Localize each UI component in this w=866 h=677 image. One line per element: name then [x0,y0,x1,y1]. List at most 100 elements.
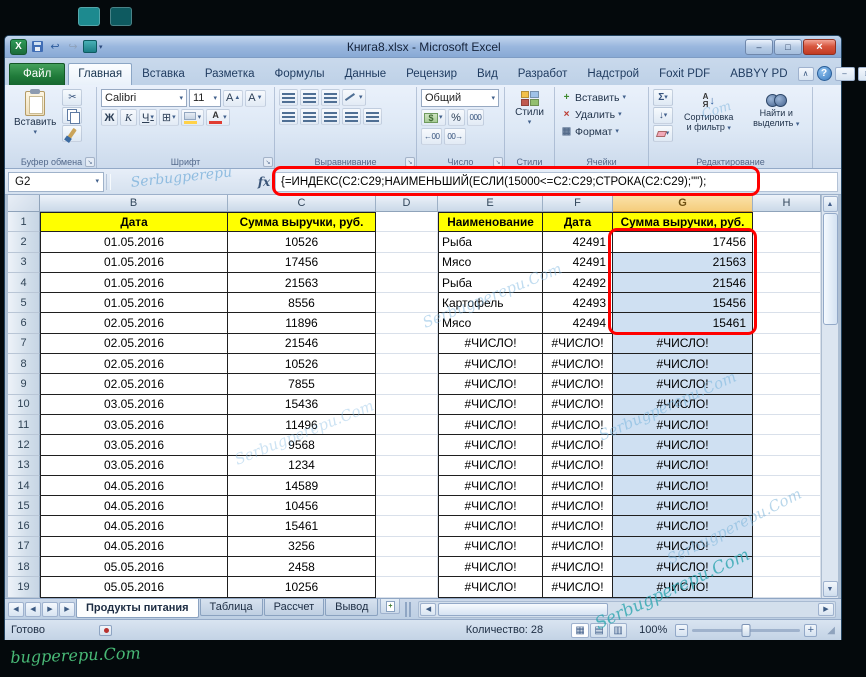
cell-B8[interactable]: 02.05.2016 [40,354,228,374]
cell-F6[interactable]: 42494 [543,313,613,333]
cell-C14[interactable]: 14589 [228,476,376,496]
fill-button[interactable]: ↓▾ [653,107,673,124]
ribbon-tab-Данные[interactable]: Данные [335,63,397,85]
cell-B3[interactable]: 01.05.2016 [40,253,228,273]
borders-button[interactable]: ⊞▾ [159,109,179,126]
cell-B19[interactable]: 05.05.2016 [40,577,228,597]
horizontal-scroll-thumb[interactable] [438,603,608,616]
macro-record-icon[interactable] [99,625,112,636]
column-header-G[interactable]: G [613,195,753,212]
column-header-H[interactable]: H [753,195,821,212]
cell-H3[interactable] [753,253,821,273]
row-header-6[interactable]: 6 [8,313,40,333]
ribbon-tab-Foxit PDF[interactable]: Foxit PDF [649,63,720,85]
cell-G12[interactable]: #ЧИСЛО! [613,435,753,455]
cell-C3[interactable]: 17456 [228,253,376,273]
cell-H17[interactable] [753,537,821,557]
cell-C16[interactable]: 15461 [228,516,376,536]
excel-app-icon[interactable]: X [10,39,27,55]
cell-B1[interactable]: Дата [40,212,228,232]
cell-C18[interactable]: 2458 [228,557,376,577]
wrap-text-button[interactable] [363,108,382,125]
cell-B13[interactable]: 03.05.2016 [40,456,228,476]
sheet-tab-Таблица[interactable]: Таблица [200,599,263,616]
ribbon-tab-Разметка[interactable]: Разметка [195,63,265,85]
cell-H5[interactable] [753,293,821,313]
cell-D17[interactable] [376,537,438,557]
cell-C1[interactable]: Сумма выручки, руб. [228,212,376,232]
cell-D14[interactable] [376,476,438,496]
row-header-1[interactable]: 1 [8,212,40,232]
comma-style-button[interactable]: 000 [467,109,485,126]
scroll-up-button[interactable]: ▲ [823,196,838,212]
cell-C10[interactable]: 15436 [228,395,376,415]
minimize-button[interactable]: – [745,39,773,55]
cell-B18[interactable]: 05.05.2016 [40,557,228,577]
cell-B7[interactable]: 02.05.2016 [40,334,228,354]
zoom-thumb[interactable] [742,624,751,637]
styles-button[interactable]: Стили ▾ [509,89,550,128]
cell-D12[interactable] [376,435,438,455]
cell-F16[interactable]: #ЧИСЛО! [543,516,613,536]
column-header-C[interactable]: C [228,195,376,212]
vertical-scroll-thumb[interactable] [823,213,838,325]
cell-C19[interactable]: 10256 [228,577,376,597]
cell-H1[interactable] [753,212,821,232]
row-header-15[interactable]: 15 [8,496,40,516]
cell-H9[interactable] [753,374,821,394]
italic-button[interactable]: К [120,109,137,126]
sheet-tab-Продукты питания[interactable]: Продукты питания [76,599,199,618]
cell-E7[interactable]: #ЧИСЛО! [438,334,543,354]
cell-E17[interactable]: #ЧИСЛО! [438,537,543,557]
cell-C11[interactable]: 11496 [228,415,376,435]
ribbon-tab-Главная[interactable]: Главная [68,63,132,85]
cell-F18[interactable]: #ЧИСЛО! [543,557,613,577]
row-header-13[interactable]: 13 [8,456,40,476]
cell-D1[interactable] [376,212,438,232]
bold-button[interactable]: Ж [101,109,118,126]
cell-F19[interactable]: #ЧИСЛО! [543,577,613,597]
underline-button[interactable]: Ч▾ [139,109,157,126]
cell-F1[interactable]: Дата [543,212,613,232]
prev-sheet-button[interactable]: ◀ [25,602,41,617]
find-select-button[interactable]: Найти ивыделить ▾ [745,89,809,155]
cell-E18[interactable]: #ЧИСЛО! [438,557,543,577]
clear-button[interactable]: ▾ [653,125,673,142]
close-button[interactable]: × [803,39,836,55]
page-layout-view-button[interactable]: ▤ [590,623,608,638]
copy-button[interactable] [62,107,82,124]
cell-G14[interactable]: #ЧИСЛО! [613,476,753,496]
cell-H13[interactable] [753,456,821,476]
font-color-button[interactable]: А ▾ [206,109,230,126]
format-painter-button[interactable] [62,125,82,142]
cell-F11[interactable]: #ЧИСЛО! [543,415,613,435]
dialog-launcher-icon[interactable]: ↘ [405,157,415,167]
orientation-button[interactable]: ▾ [342,89,366,106]
cell-D2[interactable] [376,232,438,252]
row-header-5[interactable]: 5 [8,293,40,313]
row-header-7[interactable]: 7 [8,334,40,354]
cell-G9[interactable]: #ЧИСЛО! [613,374,753,394]
cell-F4[interactable]: 42492 [543,273,613,293]
cell-G15[interactable]: #ЧИСЛО! [613,496,753,516]
cell-F12[interactable]: #ЧИСЛО! [543,435,613,455]
cell-B12[interactable]: 03.05.2016 [40,435,228,455]
cell-H14[interactable] [753,476,821,496]
cell-C6[interactable]: 11896 [228,313,376,333]
insert-cells-button[interactable]: + Вставить ▾ [559,89,644,106]
cell-G7[interactable]: #ЧИСЛО! [613,334,753,354]
ribbon-tab-Рецензир[interactable]: Рецензир [396,63,467,85]
cell-G11[interactable]: #ЧИСЛО! [613,415,753,435]
ribbon-tab-Вставка[interactable]: Вставка [132,63,195,85]
sheet-tab-Вывод[interactable]: Вывод [325,599,378,616]
align-bottom-button[interactable] [321,89,340,106]
cell-G6[interactable]: 15461 [613,313,753,333]
tab-scroll-splitter[interactable] [405,602,411,617]
delete-cells-button[interactable]: × Удалить ▾ [559,106,644,123]
cell-G19[interactable]: #ЧИСЛО! [613,577,753,597]
cell-F15[interactable]: #ЧИСЛО! [543,496,613,516]
cell-B16[interactable]: 04.05.2016 [40,516,228,536]
cell-D19[interactable] [376,577,438,597]
paste-button[interactable]: Вставить ▾ [11,89,59,155]
cell-H15[interactable] [753,496,821,516]
